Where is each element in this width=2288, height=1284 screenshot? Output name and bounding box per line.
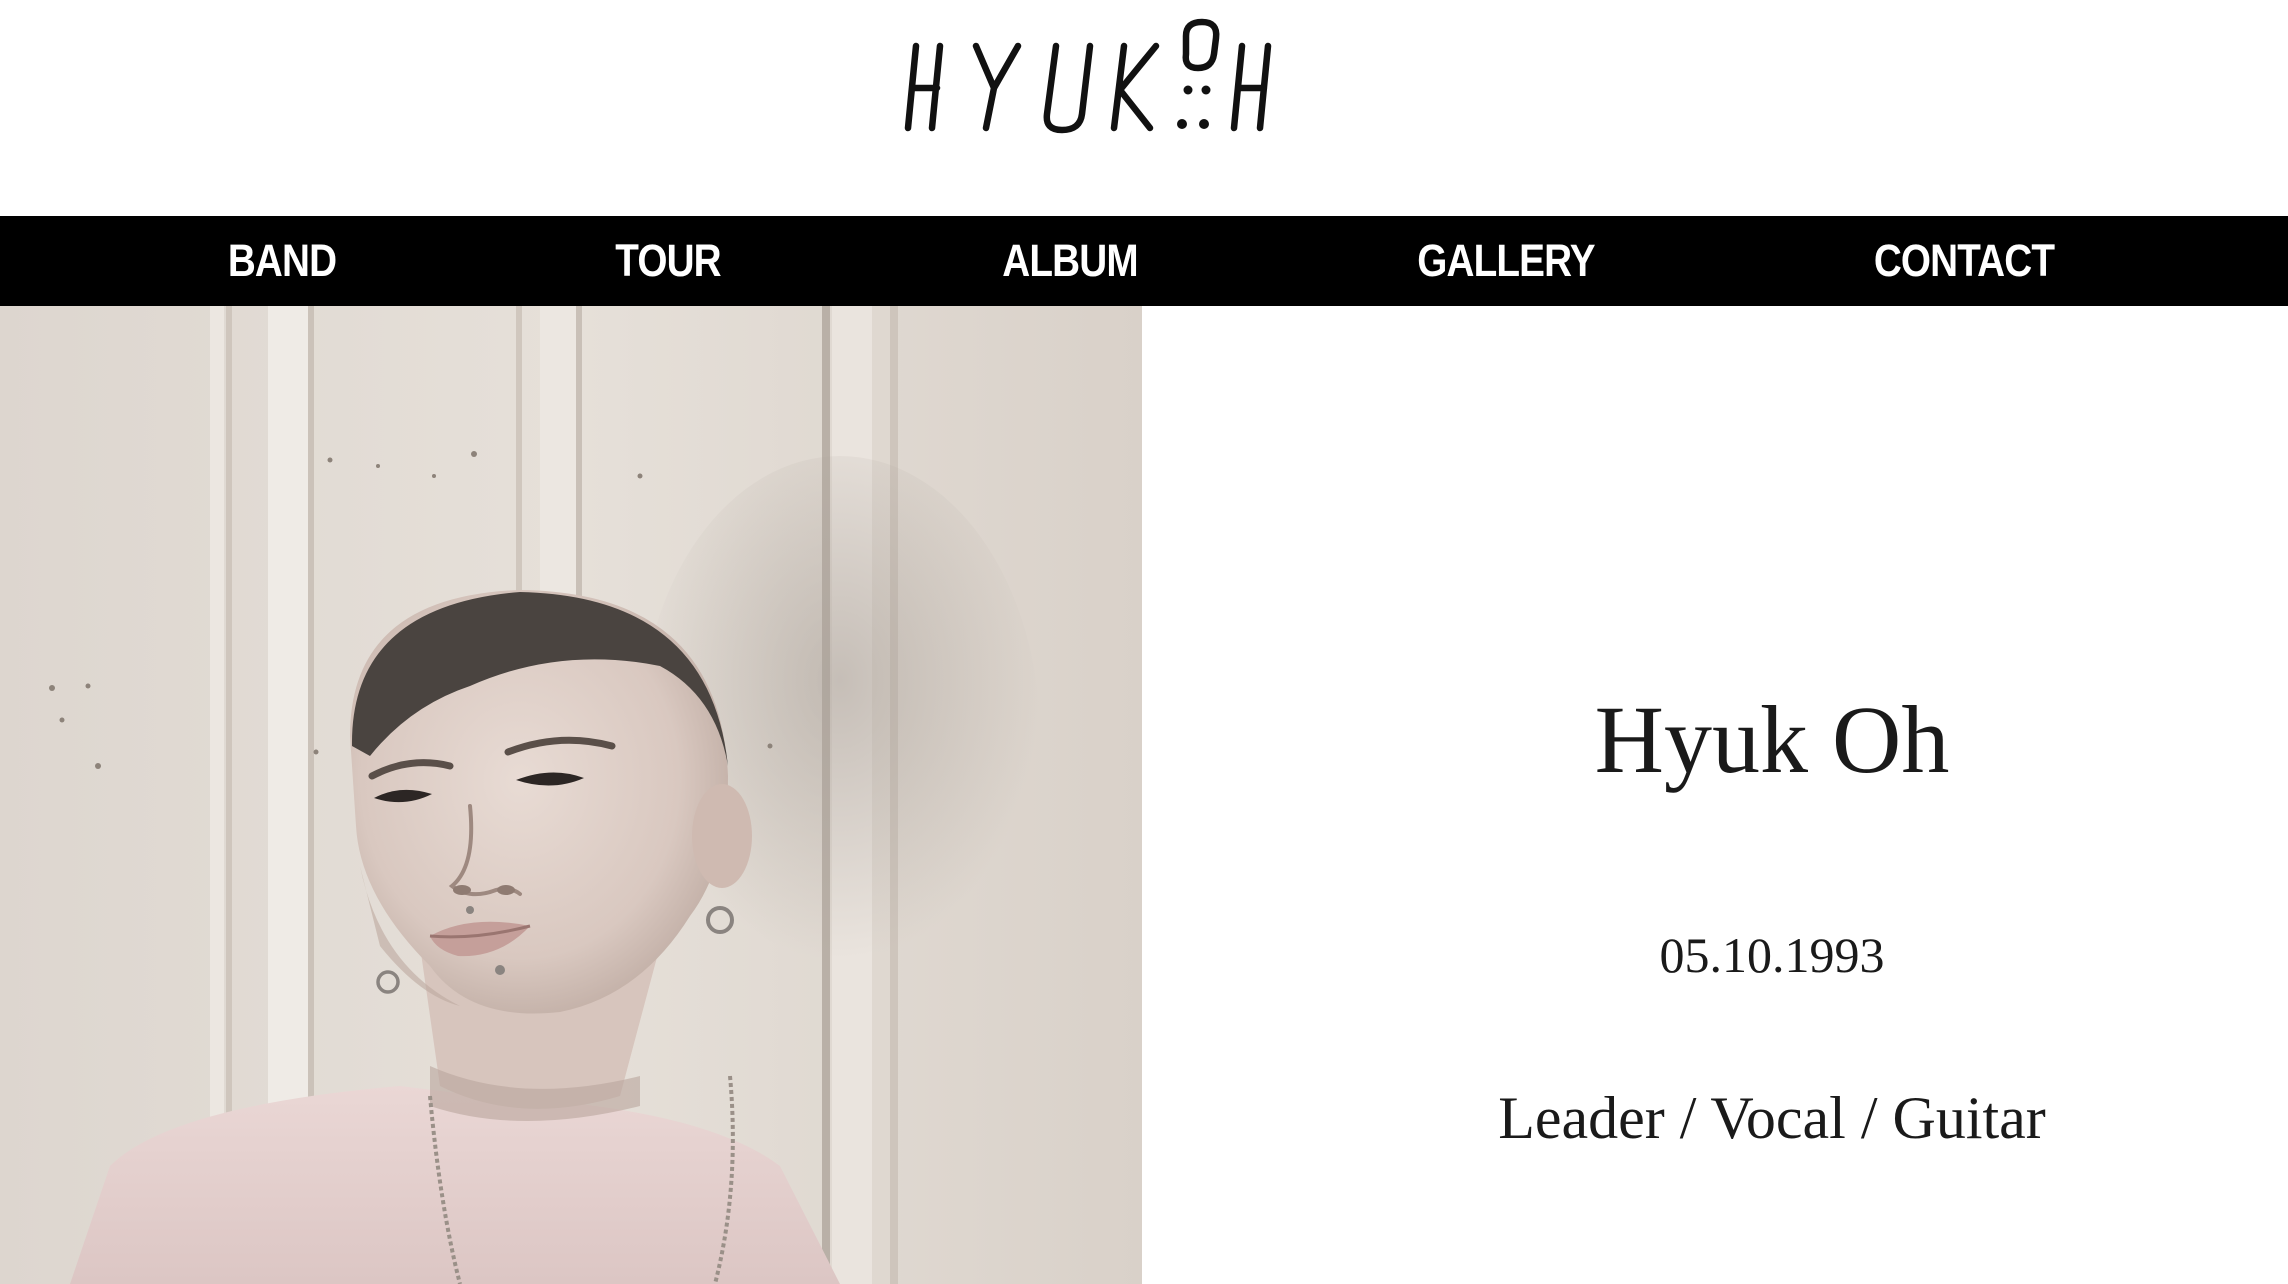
member-role: Leader / Vocal / Guitar <box>1498 1085 2046 1151</box>
site-header <box>0 0 2288 216</box>
member-name: Hyuk Oh <box>1594 686 1950 793</box>
portrait-image <box>0 306 1142 1284</box>
nav-item-band[interactable]: BAND <box>196 216 368 306</box>
nav-item-gallery[interactable]: GALLERY <box>1403 216 1609 306</box>
main-nav: BAND TOUR ALBUM GALLERY CONTACT <box>0 216 2288 306</box>
member-portrait <box>0 306 1142 1284</box>
nav-item-contact[interactable]: CONTACT <box>1861 216 2067 306</box>
member-birthdate: 05.10.1993 <box>1659 927 1885 983</box>
hyukoh-logo[interactable] <box>900 10 1380 140</box>
member-profile: Hyuk Oh 05.10.1993 Leader / Vocal / Guit… <box>1142 306 2288 1284</box>
hyukoh-logo-wordmark <box>904 18 1272 134</box>
nav-item-album[interactable]: ALBUM <box>975 216 1164 306</box>
nav-item-tour[interactable]: TOUR <box>582 216 754 306</box>
